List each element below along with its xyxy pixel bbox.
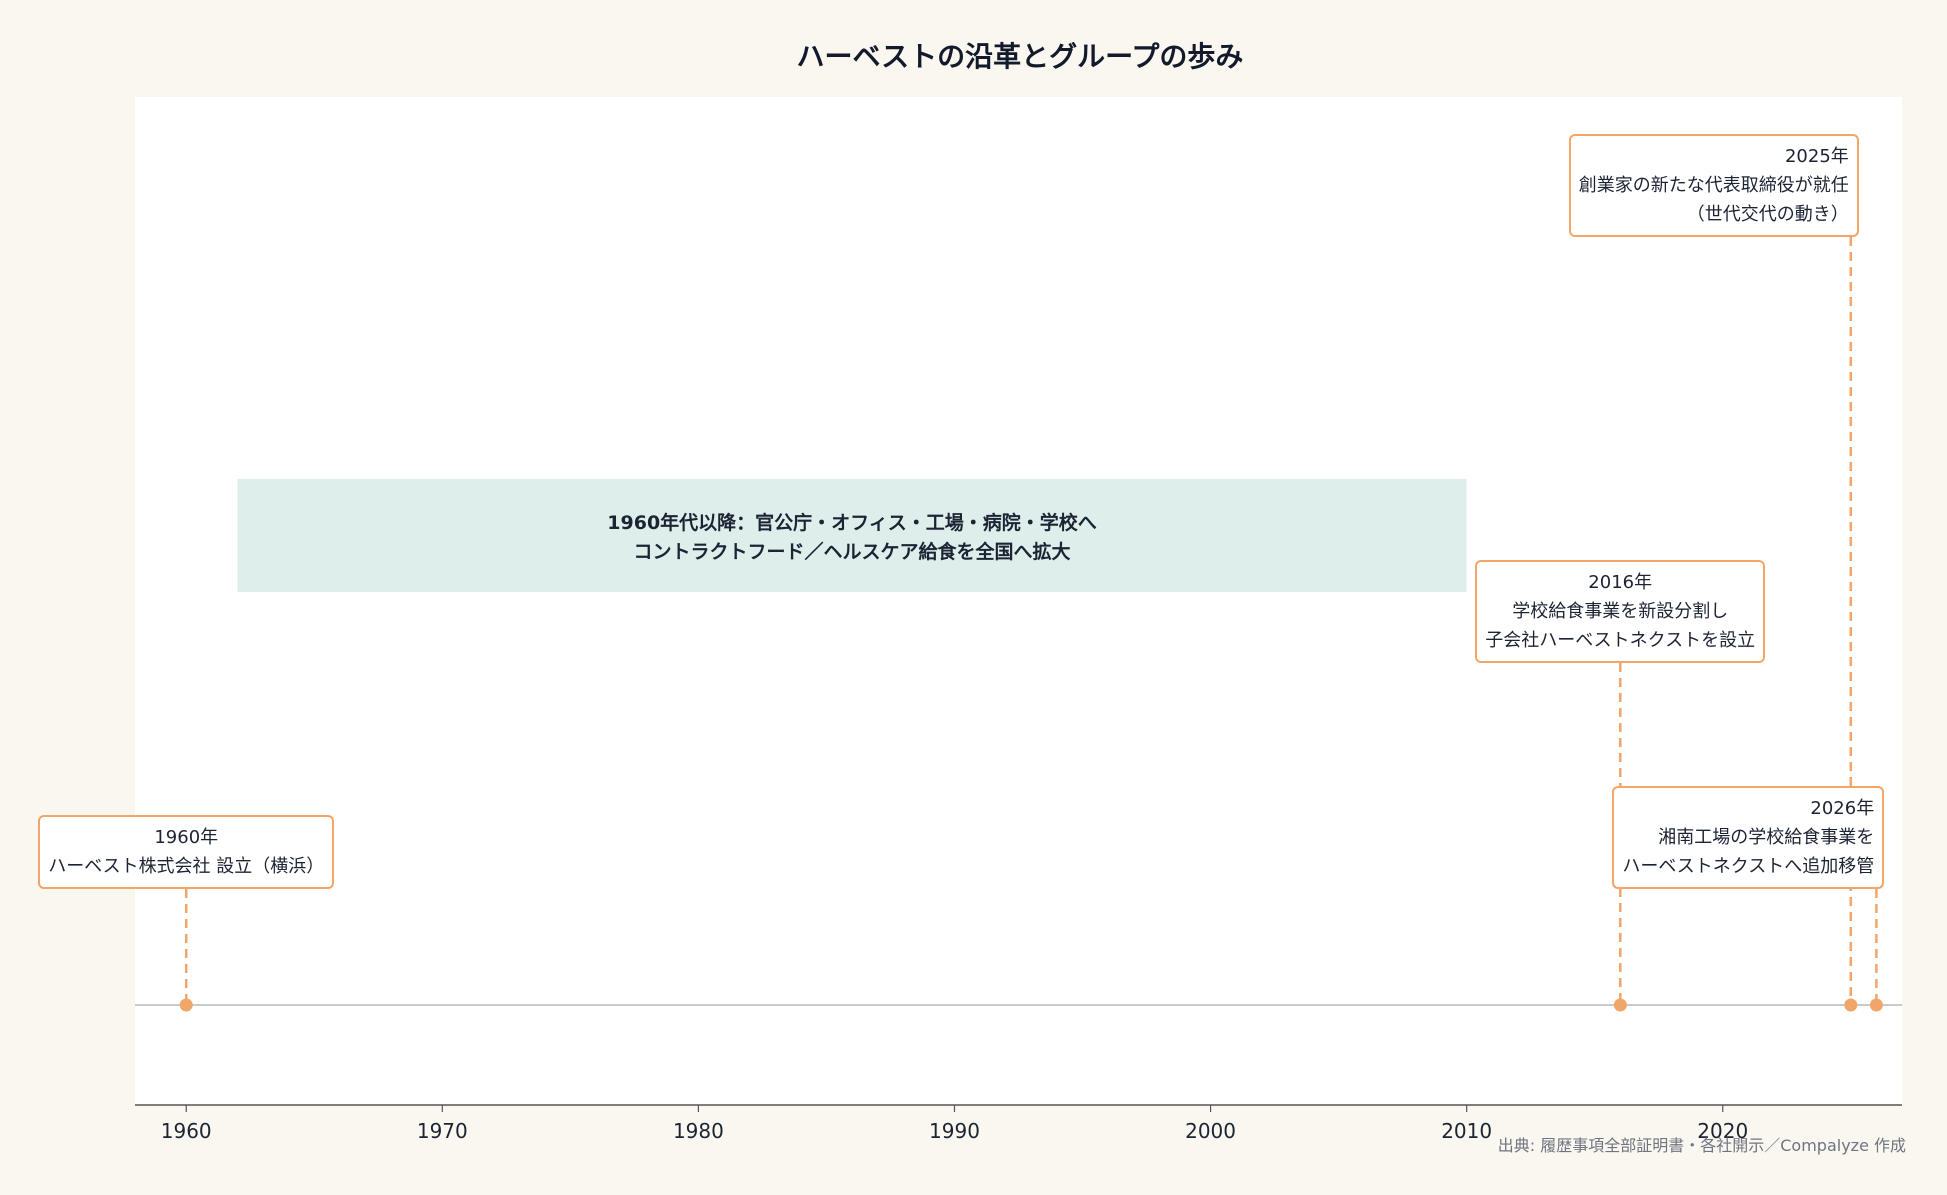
source-note: 出典: 履歴事項全部証明書・各社開示／Compalyze 作成 xyxy=(1498,1136,1906,1155)
event-callout-line: ハーベスト株式会社 設立（横浜） xyxy=(48,856,325,877)
event-callout-1960: 1960年ハーベスト株式会社 設立（横浜） xyxy=(38,815,335,889)
chart-title: ハーベストの沿革とグループの歩み xyxy=(797,40,1244,73)
event-callout-line: 創業家の新たな代表取締役が就任 xyxy=(1578,175,1849,196)
event-callout-line: 2016年 xyxy=(1588,572,1653,593)
x-tick-label: 1970 xyxy=(417,1119,468,1143)
event-callout-2026: 2026年湘南工場の学校給食事業をハーベストネクストへ追加移管 xyxy=(1612,786,1885,889)
event-callout-line: 学校給食事業を新設分割し xyxy=(1512,601,1729,622)
event-callout-line: 1960年 xyxy=(154,827,219,848)
x-tick-label: 2010 xyxy=(1441,1119,1492,1143)
event-callout-line: 湘南工場の学校給食事業を xyxy=(1658,827,1875,848)
event-callout-2025: 2025年創業家の新たな代表取締役が就任 （世代交代の動き） xyxy=(1568,134,1859,237)
event-marker xyxy=(1613,998,1627,1012)
event-callout-line: 2026年 xyxy=(1810,798,1875,819)
event-callout-line: （世代交代の動き） xyxy=(1686,204,1849,225)
x-tick-label: 1990 xyxy=(929,1119,980,1143)
event-marker xyxy=(179,998,193,1012)
era-band-label: コントラクトフード／ヘルスケア給食を全国へ拡大 xyxy=(634,540,1071,563)
event-callout-line: ハーベストネクストへ追加移管 xyxy=(1622,856,1875,877)
event-marker xyxy=(1844,998,1858,1012)
x-tick-label: 1960 xyxy=(161,1119,212,1143)
event-callout-line: 子会社ハーベストネクストを設立 xyxy=(1485,630,1756,651)
event-callout-line: 2025年 xyxy=(1784,146,1849,167)
event-marker xyxy=(1869,998,1883,1012)
x-tick-label: 1980 xyxy=(673,1119,724,1143)
era-band xyxy=(237,479,1467,592)
era-band-label: 1960年代以降：官公庁・オフィス・工場・病院・学校へ xyxy=(607,511,1097,534)
event-callout-2016: 2016年学校給食事業を新設分割し子会社ハーベストネクストを設立 xyxy=(1475,560,1766,663)
x-tick-label: 2000 xyxy=(1185,1119,1236,1143)
